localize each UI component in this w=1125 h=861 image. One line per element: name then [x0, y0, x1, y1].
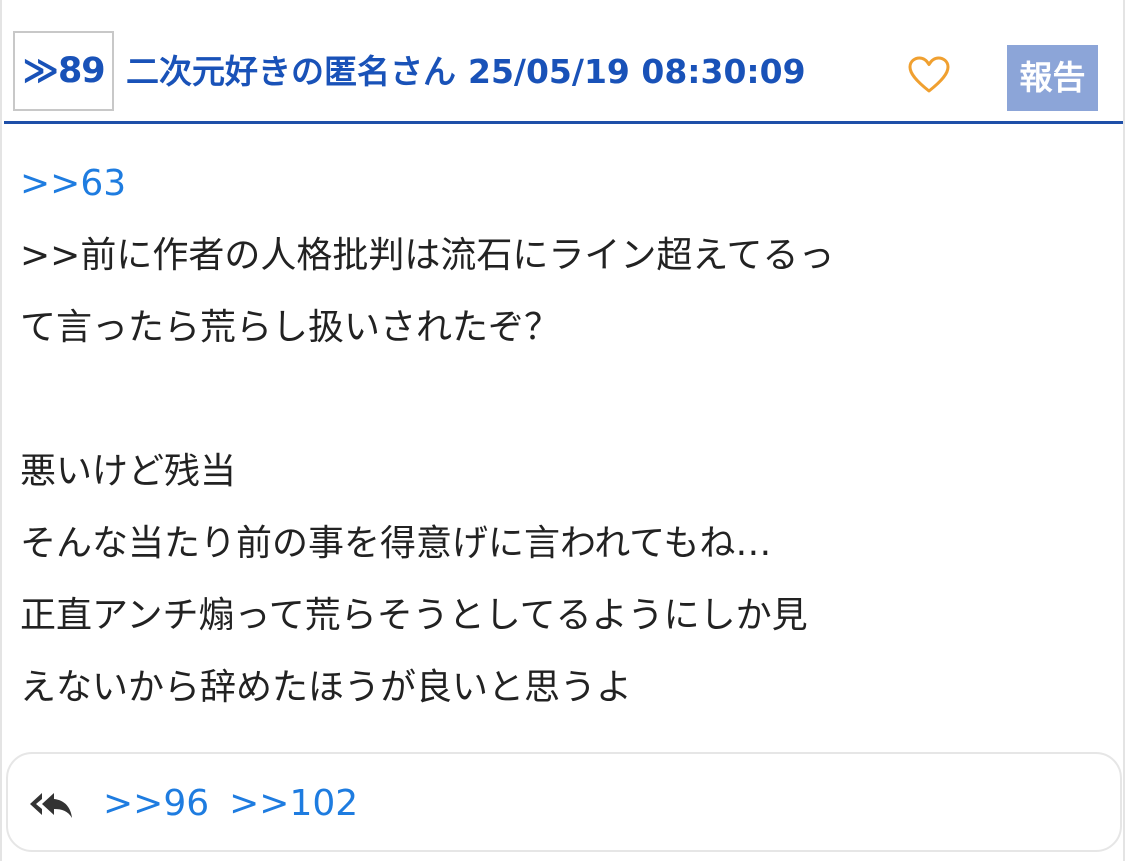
body-line: 正直アンチ煽って荒らそうとしてるようにしか見: [20, 595, 808, 636]
reply-bar: >>96 >>102: [6, 752, 1122, 852]
author-line: 二次元好きの匿名さん 25/05/19 08:30:09: [126, 51, 806, 93]
body-line: そんな当たり前の事を得意げに言われてもね…: [20, 523, 772, 564]
reply-all-icon[interactable]: [28, 790, 74, 820]
anchor-link-63[interactable]: >>63: [20, 148, 1110, 220]
report-button[interactable]: 報告: [1007, 45, 1098, 111]
post-body: >>63 >>前に作者の人格批判は流石にライン超えてるっ て言ったら荒らし扱いさ…: [20, 148, 1110, 724]
reply-link-96[interactable]: >>96: [103, 783, 209, 824]
replies-list: >>96 >>102: [103, 778, 378, 830]
body-line: て言ったら荒らし扱いされたぞ？: [20, 307, 561, 348]
res-number-button[interactable]: ≫89: [13, 31, 114, 111]
reply-link-102[interactable]: >>102: [229, 783, 358, 824]
author-name: 二次元好きの匿名さん: [126, 52, 456, 91]
body-line: >>前に作者の人格批判は流石にライン超えてるっ: [20, 235, 835, 276]
post-timestamp: 25/05/19 08:30:09: [468, 52, 806, 91]
body-line: [20, 364, 1110, 436]
heart-icon[interactable]: [907, 55, 951, 95]
body-line: えないから辞めたほうが良いと思うよ: [20, 667, 633, 708]
body-line: 悪いけど残当: [20, 451, 237, 492]
post-card: ≫89 二次元好きの匿名さん 25/05/19 08:30:09 報告 >>63 …: [0, 0, 1125, 861]
post-header: ≫89 二次元好きの匿名さん 25/05/19 08:30:09 報告: [4, 0, 1123, 124]
